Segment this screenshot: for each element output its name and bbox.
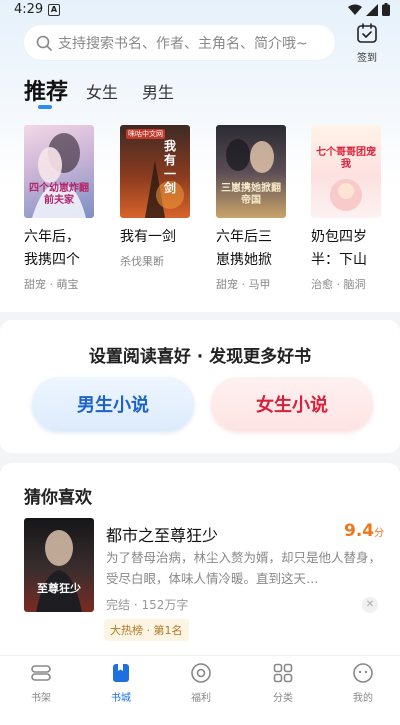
male-novel-button[interactable]: 男生小说 [32, 377, 194, 431]
guess-meta: 完结 · 152万字 [106, 598, 189, 612]
tab-male[interactable]: 男生 [142, 79, 174, 103]
search-icon [36, 35, 52, 51]
guess-title: 猜你喜欢 [24, 488, 92, 508]
nav-bookshelf[interactable]: 书架 [16, 662, 66, 704]
welfare-icon [191, 663, 211, 683]
book-tags: 治愈 · 脑洞 [311, 278, 366, 291]
guess-score-unit: 分 [374, 528, 385, 539]
rank-badge: 大热榜 · 第1名 [104, 619, 189, 641]
book-title-line2: 崽携她掀 [216, 252, 272, 268]
checkin-button[interactable]: 签到 [351, 22, 383, 64]
book-cover-title: 四个幼崽炸翻前夫家 [29, 183, 89, 206]
book-cover-title: 三崽携她掀翻帝国 [221, 183, 281, 206]
nav-welfare[interactable]: 福利 [176, 662, 226, 704]
status-bar: 4:29 A [0, 0, 400, 20]
search-input[interactable]: 支持搜索书名、作者、主角名、简介哦~ [24, 25, 335, 60]
guess-cover-title: 至尊狂少 [37, 582, 81, 595]
preference-title: 设置阅读喜好 · 发现更多好书 [88, 347, 312, 367]
category-icon [273, 663, 293, 683]
book-card[interactable]: 四个幼崽炸翻前夫家 六年后， 我携四个 甜宠 · 萌宝 [24, 125, 104, 292]
book-cover: 咪咕中文网 我有一剑 [120, 125, 190, 218]
bookstore-icon [113, 664, 129, 682]
book-card[interactable]: 咪咕中文网 我有一剑 我有一剑 杀伐果断 [120, 125, 200, 269]
signal-icon [366, 3, 378, 16]
close-icon[interactable]: ✕ [362, 597, 378, 613]
bottom-nav: 书架 书城 福利 分类 我的 [0, 655, 400, 707]
nav-bookstore-label: 书城 [111, 693, 131, 704]
book-card[interactable]: 七个哥哥团宠我 奶包四岁 半：下山 治愈 · 脑洞 [311, 125, 391, 292]
book-title-line2: 我携四个 [24, 252, 80, 268]
guess-you-like-card: 猜你喜欢 至尊狂少 都市之至尊狂少 9.4分 为了替母治病，林尘入赘为婿，却只是… [0, 463, 400, 655]
search-placeholder: 支持搜索书名、作者、主角名、简介哦~ [58, 35, 308, 52]
guess-description: 为了替母治病，林尘入赘为婿，却只是他人替身，受尽白眼，体味人情冷暖。直到这天… [106, 550, 382, 586]
checkin-label: 签到 [357, 53, 377, 64]
bookshelf-icon [31, 665, 51, 681]
book-title: 奶包四岁 [311, 229, 367, 245]
guess-book-cover[interactable]: 至尊狂少 [24, 518, 94, 612]
book-title: 六年后， [24, 229, 80, 245]
book-cover-badge: 咪咕中文网 [126, 129, 165, 139]
profile-icon [353, 663, 373, 683]
status-time: 4:29 [14, 2, 44, 17]
book-tags: 甜宠 · 马甲 [216, 278, 271, 291]
book-title-line2: 半：下山 [311, 252, 367, 268]
book-title: 六年后三 [216, 229, 272, 245]
female-novel-button[interactable]: 女生小说 [211, 377, 373, 431]
calendar-check-icon [357, 23, 377, 43]
wifi-icon [348, 4, 362, 15]
status-app-icon: A [48, 4, 60, 16]
status-icons [348, 3, 390, 16]
book-tags: 甜宠 · 萌宝 [24, 278, 79, 291]
nav-profile[interactable]: 我的 [338, 662, 388, 704]
guess-book-title[interactable]: 都市之至尊狂少 [106, 522, 218, 546]
book-cover: 七个哥哥团宠我 [311, 125, 381, 218]
nav-bookshelf-label: 书架 [31, 693, 51, 704]
nav-welfare-label: 福利 [191, 693, 211, 704]
book-cover: 四个幼崽炸翻前夫家 [24, 125, 94, 218]
guess-score: 9.4分 [344, 521, 384, 541]
nav-category[interactable]: 分类 [258, 662, 308, 704]
book-cover: 三崽携她掀翻帝国 [216, 125, 286, 218]
guess-score-value: 9.4 [344, 521, 375, 541]
tab-recommend[interactable]: 推荐 [24, 74, 68, 106]
tab-active-indicator [38, 105, 52, 109]
nav-bookstore[interactable]: 书城 [96, 662, 146, 704]
battery-icon [382, 3, 390, 16]
book-card[interactable]: 三崽携她掀翻帝国 六年后三 崽携她掀 甜宠 · 马甲 [216, 125, 296, 292]
book-cover-title: 七个哥哥团宠我 [316, 147, 376, 170]
preference-card: 设置阅读喜好 · 发现更多好书 男生小说 女生小说 [0, 320, 400, 453]
gesture-bar [0, 707, 400, 725]
book-tags: 杀伐果断 [120, 255, 164, 268]
tab-female[interactable]: 女生 [86, 79, 118, 103]
nav-category-label: 分类 [273, 693, 293, 704]
book-title: 我有一剑 [120, 229, 176, 245]
book-cover-title: 我有一剑 [164, 139, 177, 195]
nav-profile-label: 我的 [353, 693, 373, 704]
